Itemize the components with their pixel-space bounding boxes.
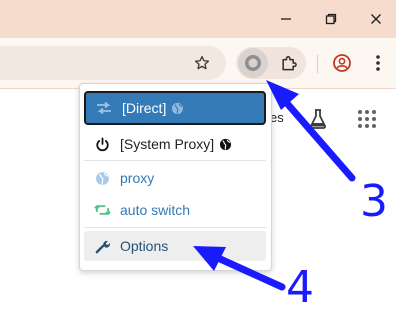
- globe-icon: [219, 138, 232, 151]
- proxy-popup-menu: [Direct] [System Proxy] proxy auto switc…: [79, 83, 272, 271]
- apps-grid-icon[interactable]: [358, 110, 376, 128]
- menu-item-label: auto switch: [120, 202, 191, 218]
- toolbar-separator: [317, 55, 318, 73]
- menu-item-label: proxy: [120, 170, 155, 186]
- step-number-4: 4: [286, 262, 314, 313]
- menu-divider: [84, 227, 266, 228]
- flask-icon[interactable]: [308, 108, 328, 135]
- profile-icon[interactable]: [331, 52, 353, 74]
- kebab-menu-icon[interactable]: [369, 52, 387, 74]
- globe-icon: [171, 102, 184, 115]
- title-bar: [0, 0, 396, 38]
- power-icon: [93, 135, 111, 153]
- browser-screenshot: es [Direct] [System Proxy] proxy auto sw…: [0, 0, 396, 314]
- menu-item-proxy[interactable]: proxy: [84, 163, 266, 193]
- menu-item-system-proxy[interactable]: [System Proxy]: [84, 129, 266, 159]
- menu-item-auto-switch[interactable]: auto switch: [84, 195, 266, 225]
- wrench-icon: [93, 237, 111, 255]
- proxy-switch-icon[interactable]: [238, 48, 268, 78]
- globe-icon: [93, 169, 111, 187]
- retweet-icon: [93, 201, 111, 219]
- puzzle-icon[interactable]: [278, 52, 300, 74]
- menu-item-label: [System Proxy]: [120, 136, 215, 152]
- menu-item-label: [Direct]: [122, 100, 167, 116]
- transfer-arrows-icon: [95, 99, 113, 117]
- menu-divider: [84, 160, 266, 161]
- menu-item-options[interactable]: Options: [84, 231, 266, 261]
- menu-item-label: Options: [120, 238, 169, 254]
- menu-item-direct[interactable]: [Direct]: [84, 91, 266, 125]
- close-icon[interactable]: [366, 9, 386, 29]
- step-number-3: 3: [360, 176, 388, 227]
- browser-toolbar: [0, 38, 396, 88]
- star-icon[interactable]: [191, 52, 213, 74]
- page-partial-text: es: [270, 110, 284, 125]
- restore-icon[interactable]: [321, 9, 341, 29]
- minimize-icon[interactable]: [276, 9, 296, 29]
